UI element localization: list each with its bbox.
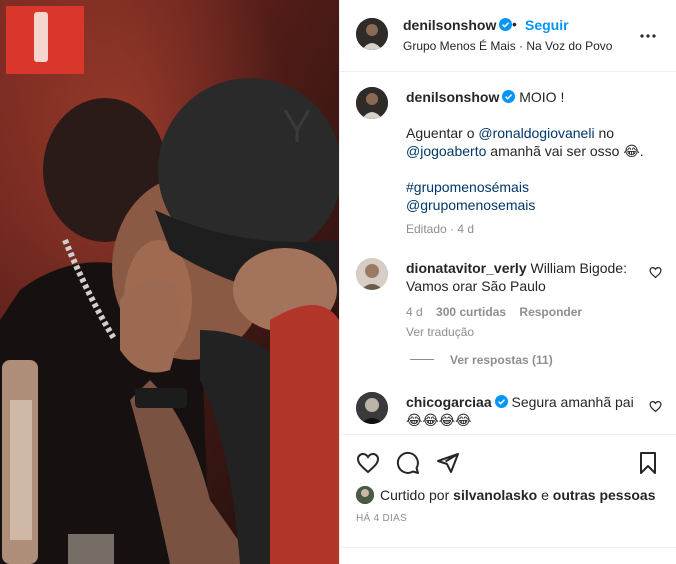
caption-username[interactable]: denilsonshow (406, 89, 499, 105)
comment-text: Segura amanhã pai (511, 394, 634, 410)
comment-like-heart-icon[interactable] (649, 400, 662, 413)
divider (340, 547, 676, 548)
share-paper-plane-icon[interactable] (436, 451, 460, 475)
follow-button[interactable]: Seguir (525, 17, 569, 33)
liked-prefix: Curtido por (380, 487, 454, 503)
post-details-panel: denilsonshow • Seguir Grupo Menos É Mais… (339, 0, 676, 564)
video-frame (0, 0, 339, 564)
post-time[interactable]: HÁ 4 DIAS (356, 513, 407, 524)
verified-badge-icon (499, 18, 513, 31)
view-replies-button[interactable]: Ver respostas (11) (410, 353, 553, 367)
comment-bubble-icon[interactable] (396, 451, 420, 475)
hashtag-link[interactable]: #grupomenosémais (406, 179, 529, 195)
caption-text: no (594, 125, 615, 141)
caption-text: amanhã vai ser osso 😂. (486, 143, 644, 159)
caption-text: Aguentar o (406, 125, 479, 141)
comment: dionatavitor_verly William Bigode: Vamos… (406, 259, 642, 341)
reply-button[interactable]: Responder (519, 305, 582, 319)
author-username[interactable]: denilsonshow (403, 17, 513, 33)
translate-link[interactable]: Ver tradução (406, 323, 642, 341)
commenter-avatar[interactable] (356, 392, 388, 424)
comments-section[interactable]: denilsonshow MOIO ! Aguentar o @ronaldog… (340, 72, 676, 434)
save-bookmark-icon[interactable] (636, 451, 660, 475)
liker-avatar[interactable] (356, 486, 374, 504)
comment-meta: 4 d 300 curtidas Responder (406, 303, 642, 321)
liked-suffix: e (537, 487, 553, 503)
author-avatar[interactable] (356, 18, 388, 50)
replies-divider (410, 359, 434, 360)
caption-meta: Editado · 4 d (406, 222, 475, 236)
more-options-icon[interactable] (638, 26, 658, 46)
liked-others-link[interactable]: outras pessoas (553, 487, 656, 503)
comment: chicogarciaa Segura amanhã pai 😂😂😂😂 (406, 393, 642, 429)
view-replies-label: Ver respostas (11) (450, 353, 553, 367)
comment-like-heart-icon[interactable] (649, 266, 662, 279)
post-header: denilsonshow • Seguir Grupo Menos É Mais… (340, 0, 676, 72)
like-heart-icon[interactable] (356, 451, 380, 475)
mention-link[interactable]: @grupomenosemais (406, 197, 535, 213)
post-media[interactable] (0, 0, 339, 564)
comment-username[interactable]: chicogarciaa (406, 394, 492, 410)
post-caption: denilsonshow MOIO ! Aguentar o @ronaldog… (406, 88, 662, 238)
caption-headline: MOIO ! (519, 89, 565, 105)
mention-link[interactable]: @ronaldogiovaneli (478, 125, 594, 141)
comment-likes[interactable]: 300 curtidas (436, 305, 506, 319)
verified-badge-icon (502, 90, 516, 103)
caption-avatar[interactable] (356, 87, 388, 119)
comment-age: 4 d (406, 305, 423, 319)
comment-emojis: 😂😂😂😂 (406, 412, 472, 428)
verified-badge-icon (494, 395, 508, 408)
comment-username[interactable]: dionatavitor_verly (406, 260, 527, 276)
liked-by: Curtido por silvanolasko e outras pessoa… (356, 486, 656, 504)
liker-username[interactable]: silvanolasko (453, 487, 537, 503)
post-actions: Curtido por silvanolasko e outras pessoa… (340, 434, 676, 564)
post-location[interactable]: Grupo Menos É Mais · Na Voz do Povo (403, 39, 612, 53)
mention-link[interactable]: @jogoaberto (406, 143, 486, 159)
separator-dot: • (512, 16, 517, 32)
commenter-avatar[interactable] (356, 258, 388, 290)
